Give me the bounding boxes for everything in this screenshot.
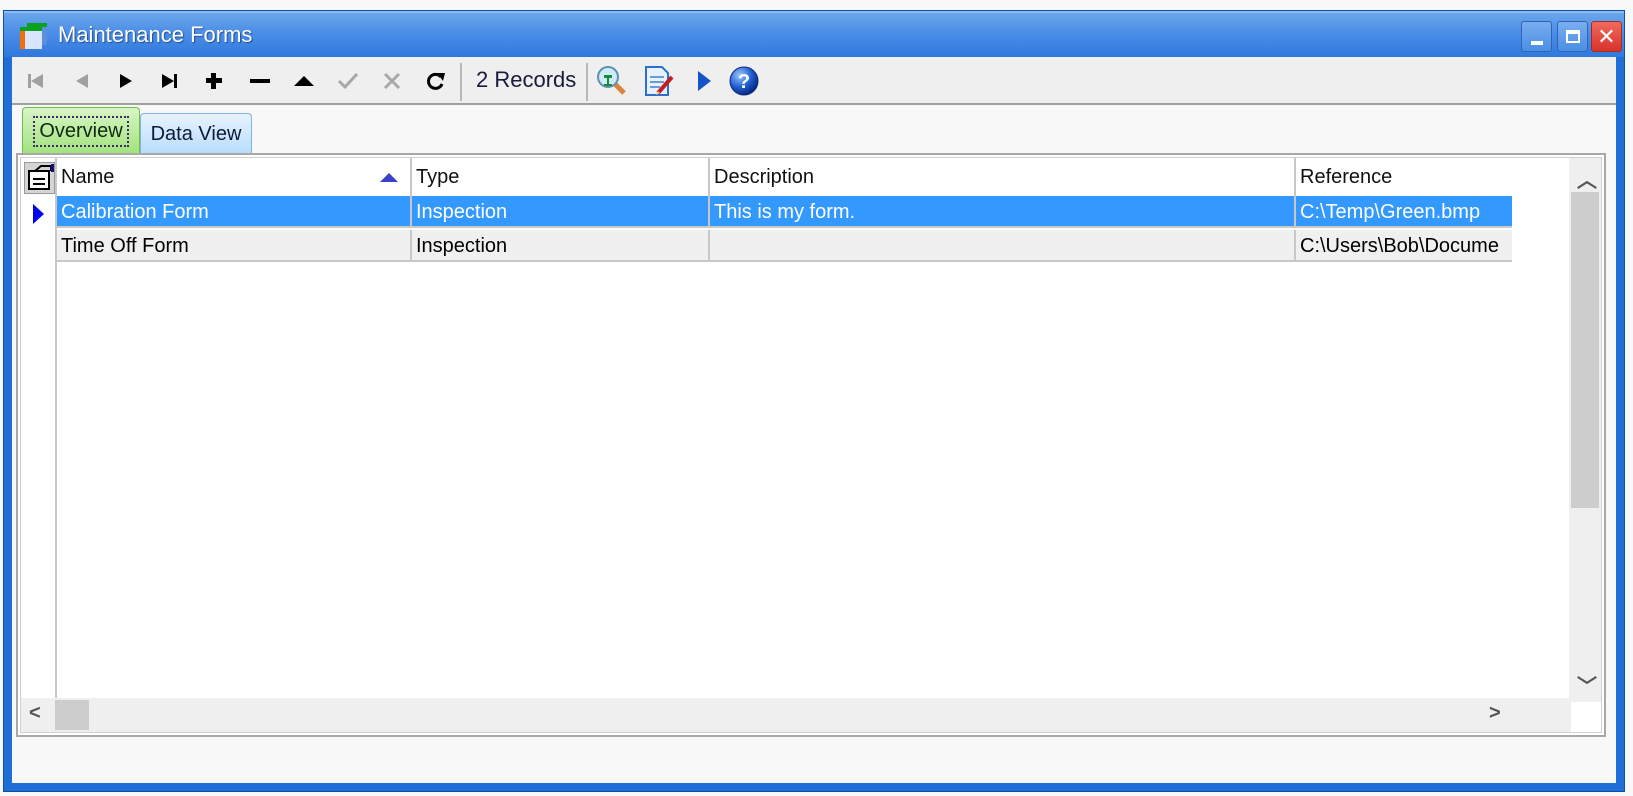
delete-record-button[interactable] bbox=[244, 65, 276, 97]
minimize-button[interactable] bbox=[1521, 21, 1552, 52]
scroll-up-icon[interactable]: ︿ bbox=[1577, 164, 1597, 193]
column-header-type[interactable]: Type bbox=[412, 158, 710, 196]
window-title: Maintenance Forms bbox=[58, 22, 253, 47]
column-header-label: Description bbox=[714, 165, 815, 188]
up-triangle-icon bbox=[294, 76, 314, 86]
column-header-name[interactable]: Name bbox=[57, 158, 412, 196]
last-icon bbox=[162, 74, 177, 88]
first-icon bbox=[28, 74, 43, 88]
cell-name[interactable]: Time Off Form bbox=[57, 230, 412, 262]
close-button[interactable]: ✕ bbox=[1591, 21, 1622, 52]
navigator-toolbar: 2 Records ? bbox=[12, 57, 1616, 105]
minimize-icon bbox=[1530, 40, 1543, 45]
horizontal-scrollbar[interactable]: < > bbox=[21, 698, 1571, 732]
first-record-button[interactable] bbox=[20, 65, 52, 97]
cell-type[interactable]: Inspection bbox=[412, 230, 710, 262]
maximize-button[interactable] bbox=[1557, 21, 1588, 52]
table-row[interactable]: Time Off Form Inspection C:\Users\Bob\Do… bbox=[57, 230, 1512, 262]
close-icon: ✕ bbox=[1597, 23, 1616, 49]
current-row-indicator bbox=[33, 204, 44, 224]
cell-reference[interactable]: C:\Users\Bob\Docume bbox=[1296, 230, 1512, 262]
column-header-label: Reference bbox=[1300, 165, 1393, 188]
next-icon bbox=[120, 74, 132, 88]
post-edit-button[interactable] bbox=[332, 65, 364, 97]
help-icon: ? bbox=[729, 66, 759, 96]
cancel-edit-button[interactable] bbox=[376, 65, 408, 97]
cell-description[interactable] bbox=[710, 230, 1296, 262]
horizontal-scroll-thumb[interactable] bbox=[55, 700, 89, 730]
column-header-label: Name bbox=[61, 165, 115, 188]
tab-label: Overview bbox=[33, 116, 129, 147]
cell-name[interactable]: Calibration Form bbox=[57, 196, 412, 228]
vertical-scroll-thumb[interactable] bbox=[1571, 192, 1599, 508]
previous-record-button[interactable] bbox=[66, 65, 98, 97]
cell-reference[interactable]: C:\Temp\Green.bmp bbox=[1296, 196, 1512, 228]
toolbar-separator bbox=[460, 63, 462, 101]
document-edit-icon bbox=[645, 66, 674, 96]
column-header-reference[interactable]: Reference bbox=[1296, 158, 1512, 196]
title-bar[interactable]: Maintenance Forms ✕ bbox=[4, 11, 1624, 57]
record-count: 2 Records bbox=[476, 67, 577, 92]
find-button[interactable] bbox=[596, 65, 628, 97]
tab-overview[interactable]: Overview bbox=[22, 107, 140, 155]
tab-label: Data View bbox=[150, 123, 242, 145]
main-window: Maintenance Forms ✕ 2 Records ? Overview… bbox=[3, 10, 1625, 792]
table-row[interactable]: Calibration Form Inspection This is my f… bbox=[57, 196, 1512, 228]
tab-data-view[interactable]: Data View bbox=[140, 113, 252, 155]
toolbar-separator bbox=[586, 63, 588, 101]
edit-form-button[interactable] bbox=[642, 65, 674, 97]
scroll-down-icon[interactable]: ﹀ bbox=[1577, 670, 1597, 699]
plus-icon bbox=[206, 73, 222, 89]
client-area: 2 Records ? Overview Data View Name Type… bbox=[12, 57, 1616, 783]
scroll-left-icon[interactable]: < bbox=[29, 702, 41, 725]
row-indicator-column bbox=[21, 158, 57, 732]
svg-text:?: ? bbox=[738, 71, 750, 93]
maximize-icon bbox=[1565, 30, 1580, 43]
refresh-button[interactable] bbox=[420, 65, 452, 97]
add-record-button[interactable] bbox=[198, 65, 230, 97]
column-chooser-icon bbox=[28, 164, 54, 190]
refresh-icon bbox=[427, 72, 445, 90]
vertical-scrollbar[interactable]: ︿ ﹀ bbox=[1569, 158, 1601, 702]
play-icon bbox=[698, 71, 711, 91]
previous-icon bbox=[76, 74, 88, 88]
edit-record-button[interactable] bbox=[288, 65, 320, 97]
help-button[interactable]: ? bbox=[728, 65, 760, 97]
x-icon bbox=[383, 72, 401, 90]
cell-type[interactable]: Inspection bbox=[412, 196, 710, 228]
sort-ascending-icon bbox=[380, 173, 398, 182]
forms-grid: Name Type Description Reference Calibrat… bbox=[16, 153, 1606, 737]
check-icon bbox=[337, 72, 359, 90]
cell-description[interactable]: This is my form. bbox=[710, 196, 1296, 228]
next-record-button[interactable] bbox=[110, 65, 142, 97]
magnifier-icon bbox=[597, 66, 626, 95]
last-record-button[interactable] bbox=[154, 65, 186, 97]
column-header-description[interactable]: Description bbox=[710, 158, 1296, 196]
column-header-label: Type bbox=[416, 165, 460, 188]
minus-icon bbox=[250, 79, 270, 83]
scroll-right-icon[interactable]: > bbox=[1489, 702, 1501, 725]
app-form-icon bbox=[20, 23, 47, 49]
run-button[interactable] bbox=[688, 65, 720, 97]
grid-body: Name Type Description Reference Calibrat… bbox=[20, 157, 1602, 733]
column-chooser-button[interactable] bbox=[24, 162, 55, 194]
tab-strip: Overview Data View bbox=[12, 105, 1616, 155]
